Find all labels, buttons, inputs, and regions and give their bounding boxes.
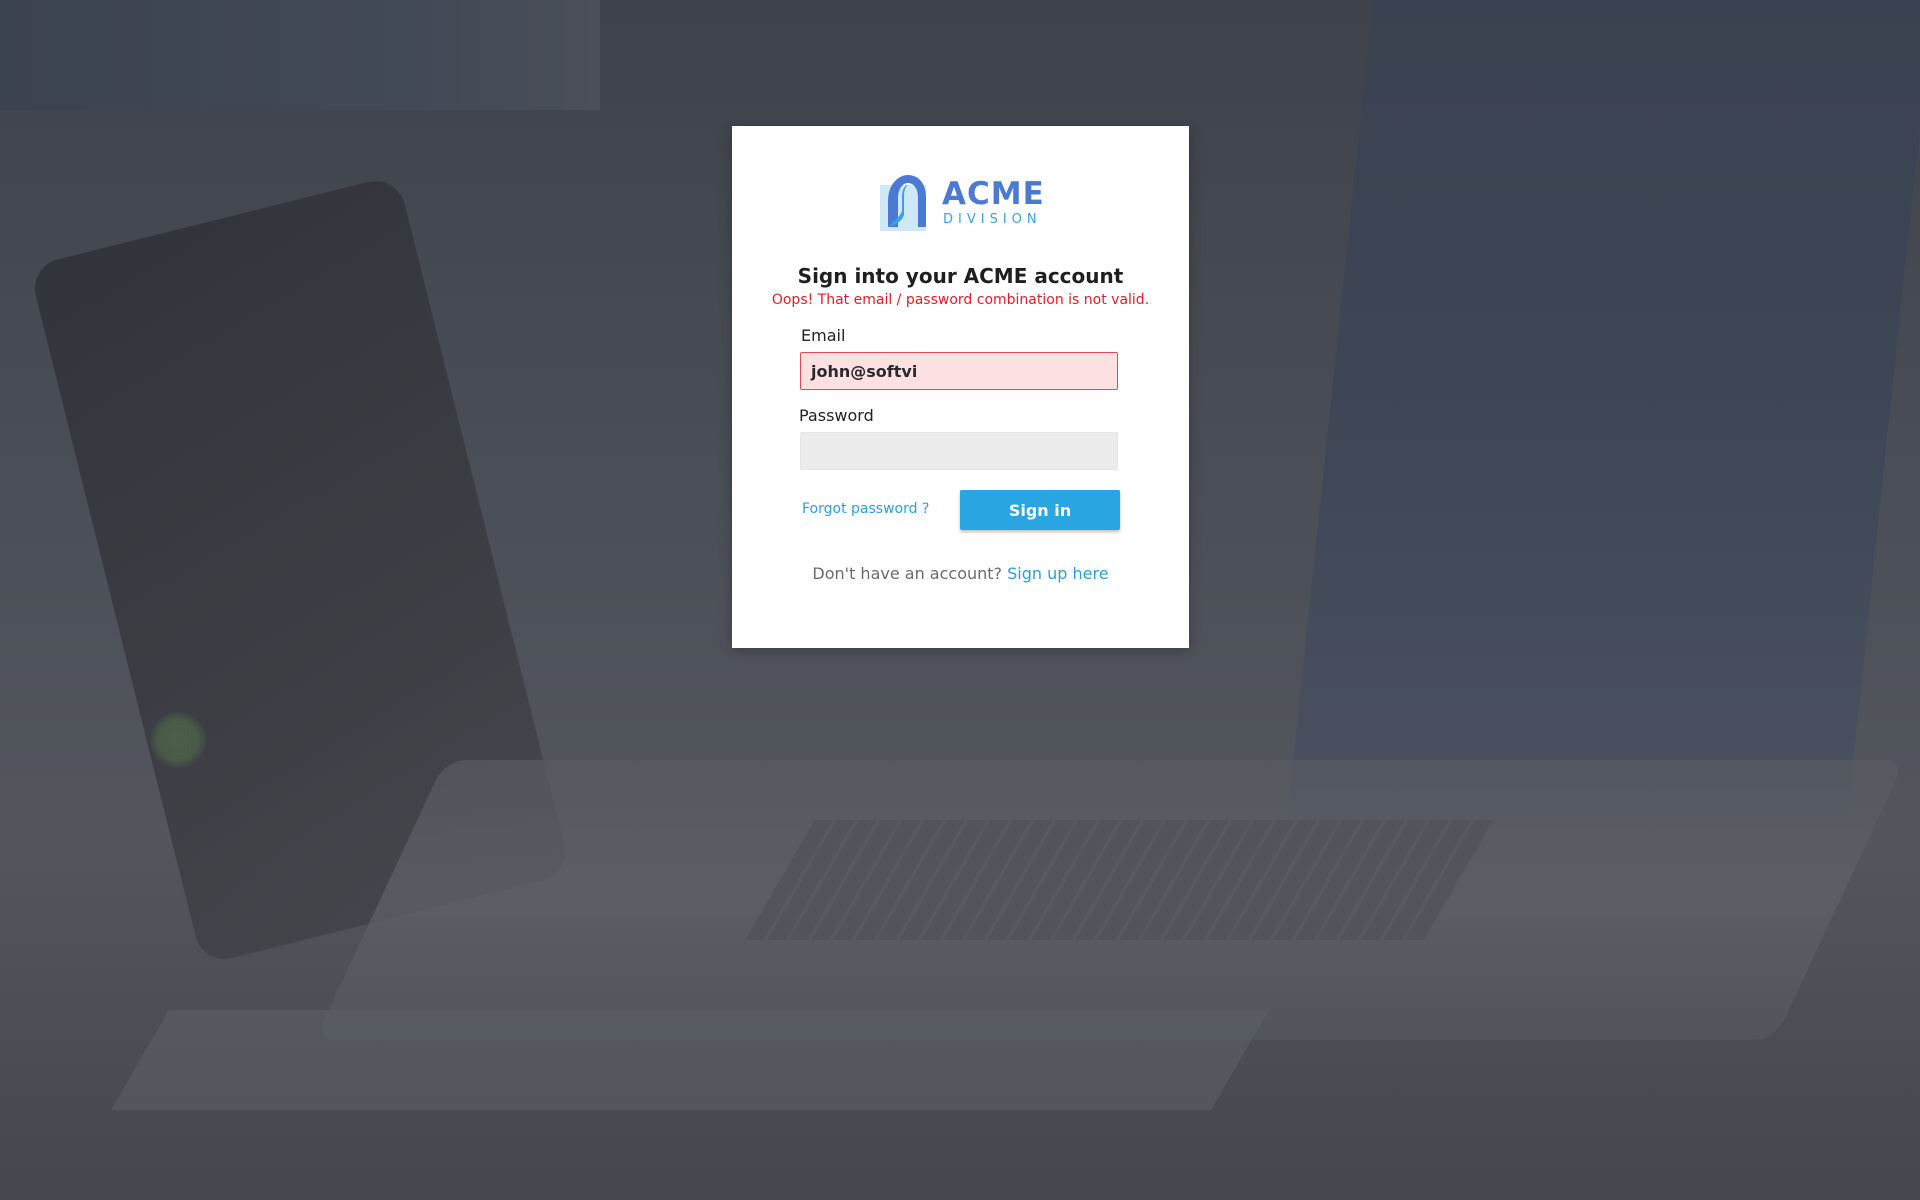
logo-wordmark: ACME: [942, 176, 1045, 212]
signup-row: Don't have an account? Sign up here: [732, 564, 1189, 583]
background-window: [0, 0, 600, 110]
login-card: ACME DIVISION Sign into your ACME accoun…: [732, 126, 1189, 648]
background-keyboard: [745, 820, 1495, 940]
email-label: Email: [801, 326, 846, 345]
acme-logo-icon: [880, 175, 926, 231]
logo-subtitle: DIVISION: [943, 212, 1042, 227]
sign-in-button[interactable]: Sign in: [960, 490, 1120, 530]
signup-prompt: Don't have an account?: [812, 564, 1003, 583]
password-label: Password: [799, 406, 874, 425]
form-title: Sign into your ACME account: [797, 264, 1124, 288]
background-paper: [111, 1010, 1269, 1110]
error-message: Oops! That email / password combination …: [771, 292, 1150, 308]
sign-up-link[interactable]: Sign up here: [1007, 564, 1108, 583]
email-field[interactable]: john@softvi: [800, 352, 1118, 390]
password-field[interactable]: [800, 432, 1118, 470]
background-laptop-screen: [1286, 0, 1920, 820]
acme-logo: ACME DIVISION: [880, 171, 1044, 231]
forgot-password-link[interactable]: Forgot password ?: [802, 501, 929, 517]
background-plant: [150, 712, 206, 768]
